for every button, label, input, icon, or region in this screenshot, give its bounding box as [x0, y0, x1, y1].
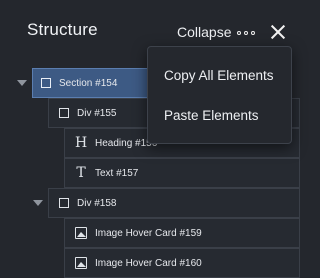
- square-icon: [59, 198, 69, 208]
- copy-all-elements-menu-item[interactable]: Copy All Elements: [164, 68, 274, 83]
- text-icon: T: [76, 165, 86, 181]
- panel-title: Structure: [27, 20, 98, 39]
- heading-icon: H: [75, 135, 88, 151]
- image-icon: [75, 257, 87, 269]
- tree-node-text[interactable]: T Text #157: [64, 158, 300, 188]
- tree-node-div[interactable]: Div #158: [48, 188, 300, 218]
- tree-node-label: Image Hover Card #160: [95, 257, 202, 269]
- tree-row-text: T Text #157: [0, 158, 300, 188]
- tree-row-image-hover-card: Image Hover Card #159: [0, 218, 300, 248]
- tree-node-image-hover-card[interactable]: Image Hover Card #159: [64, 218, 300, 248]
- collapse-button[interactable]: Collapse: [177, 24, 231, 40]
- image-icon: [75, 227, 87, 239]
- tree-node-label: Section #154: [59, 77, 118, 89]
- tree-node-label: Div #158: [77, 197, 117, 209]
- tree-node-label: Image Hover Card #159: [95, 227, 202, 239]
- tree-node-label: Div #155: [77, 107, 117, 119]
- options-dropdown-menu: Copy All Elements Paste Elements: [147, 46, 292, 144]
- square-icon: [41, 78, 51, 88]
- structure-panel: Structure Collapse Section #154 Div #155…: [0, 0, 300, 278]
- tree-node-label: Text #157: [95, 167, 139, 179]
- tree-row-div: Div #158: [0, 188, 300, 218]
- square-icon: [59, 108, 69, 118]
- close-icon[interactable]: [270, 24, 286, 40]
- paste-elements-menu-item[interactable]: Paste Elements: [164, 108, 259, 123]
- caret-down-icon[interactable]: [33, 200, 43, 206]
- tree-node-image-hover-card[interactable]: Image Hover Card #160: [64, 248, 300, 278]
- caret-down-icon[interactable]: [17, 80, 27, 86]
- more-options-icon[interactable]: [237, 31, 257, 37]
- tree-row-image-hover-card: Image Hover Card #160: [0, 248, 300, 278]
